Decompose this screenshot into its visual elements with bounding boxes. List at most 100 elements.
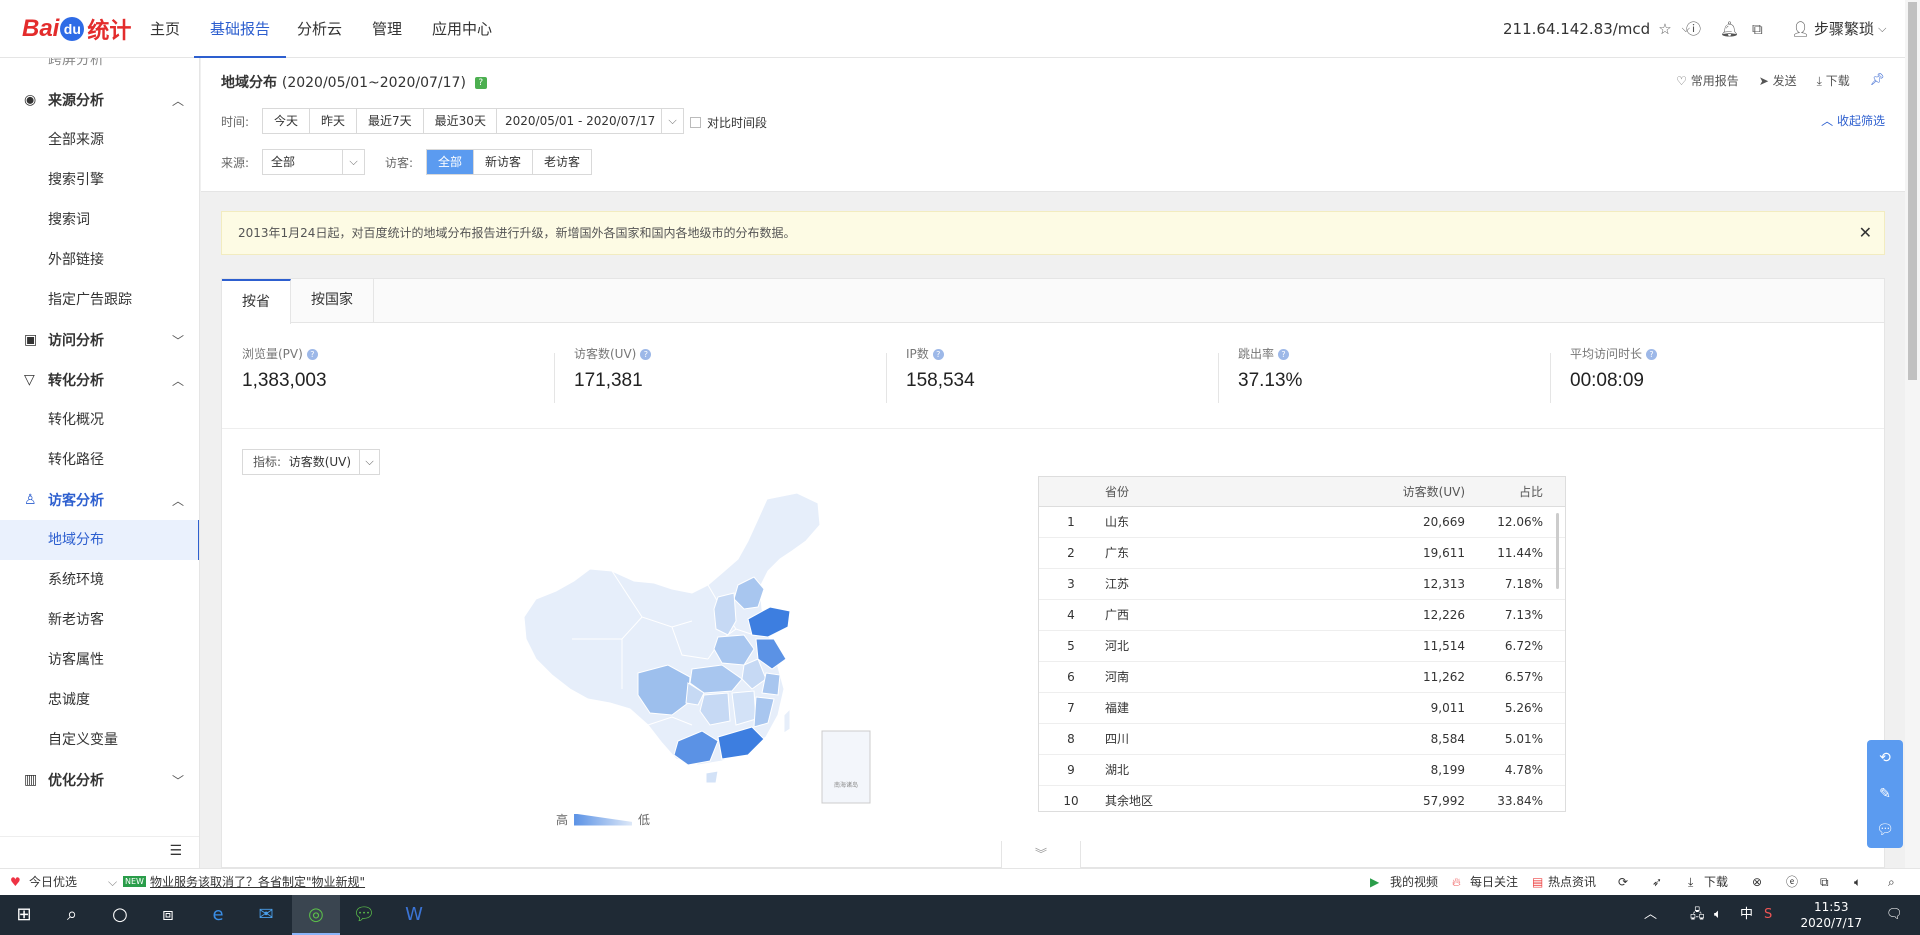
pin-icon[interactable]: 📌︎ xyxy=(1870,72,1885,89)
table-row[interactable]: 7 福建 9,011 5.26% xyxy=(1039,693,1565,724)
sidebar-item-ad-tracking[interactable]: 指定广告跟踪 xyxy=(0,280,199,320)
scrollbar-thumb[interactable] xyxy=(1908,2,1917,380)
windows-start-icon[interactable]: ⊞ xyxy=(0,895,48,935)
table-scrollbar[interactable] xyxy=(1556,513,1559,589)
sidebar-group-source[interactable]: ◉ 来源分析 ︿ xyxy=(0,80,199,120)
download-button[interactable]: ⤓ 下载 xyxy=(1817,72,1850,89)
clock[interactable]: 11:53 2020/7/17 xyxy=(1800,899,1862,931)
help-icon[interactable]: ⓘ xyxy=(1686,0,1701,58)
star-icon[interactable]: ☆ xyxy=(1658,0,1671,58)
mail-icon[interactable]: ✉ xyxy=(242,895,290,935)
table-row[interactable]: 1 山东 20,669 12.06% xyxy=(1039,507,1565,538)
metric-select[interactable]: 指标: 访客数(UV) ⌵ xyxy=(242,449,381,475)
nav-basic-report[interactable]: 基础报告 xyxy=(194,0,287,58)
sidebar-item-system-env[interactable]: 系统环境 xyxy=(0,560,199,600)
time-today-button[interactable]: 今天 xyxy=(263,109,311,133)
help-badge-icon[interactable]: ? xyxy=(474,77,487,89)
time-30days-button[interactable]: 最近30天 xyxy=(423,109,497,133)
cortana-icon[interactable]: ○ xyxy=(96,895,144,935)
table-row[interactable]: 3 江苏 12,313 7.18% xyxy=(1039,569,1565,600)
compare-checkbox[interactable]: 对比时间段 xyxy=(690,114,767,131)
chat-icon[interactable]: 💬︎ xyxy=(1867,812,1903,848)
expand-more-button[interactable]: ︾ xyxy=(1001,841,1081,868)
visitor-new-button[interactable]: 新访客 xyxy=(474,150,534,174)
volume-icon[interactable]: 🔈︎ xyxy=(1714,895,1722,935)
edit-icon[interactable]: ✎ xyxy=(1867,776,1903,812)
sidebar-item-visitor-attrs[interactable]: 访客属性 xyxy=(0,640,199,680)
page-scrollbar[interactable] xyxy=(1905,0,1920,868)
table-row[interactable]: 9 湖北 8,199 4.78% xyxy=(1039,755,1565,786)
sidebar-group-conversion[interactable]: ▽ 转化分析 ︿ xyxy=(0,360,199,400)
window-icon[interactable]: ⧉ xyxy=(1820,869,1829,895)
common-report-button[interactable]: ♡ 常用报告 xyxy=(1676,72,1739,89)
help-icon[interactable]: ? xyxy=(1646,349,1658,360)
search-icon[interactable]: ⌕ xyxy=(48,895,96,935)
chevron-up-icon[interactable]: ︿ xyxy=(1644,895,1657,935)
nav-home[interactable]: 主页 xyxy=(150,0,180,58)
nav-analysis-cloud[interactable]: 分析云 xyxy=(297,0,342,58)
table-row[interactable]: 5 河北 11,514 6.72% xyxy=(1039,631,1565,662)
ie-icon[interactable]: ⓔ xyxy=(1786,869,1798,895)
sidebar-group-optimize[interactable]: ▥ 优化分析 ﹀ xyxy=(0,760,199,800)
col-share[interactable]: 占比 xyxy=(1519,477,1543,507)
zoom-icon[interactable]: ⌕ xyxy=(1888,869,1895,895)
visitor-all-button[interactable]: 全部 xyxy=(427,150,475,174)
visitor-old-button[interactable]: 老访客 xyxy=(533,150,592,174)
nav-app-center[interactable]: 应用中心 xyxy=(432,0,492,58)
map-region-taiwan[interactable] xyxy=(783,707,791,734)
sidebar-item-all-sources[interactable]: 全部来源 xyxy=(0,120,199,160)
chevron-down-icon[interactable]: ⌵ xyxy=(108,869,117,895)
time-7days-button[interactable]: 最近7天 xyxy=(357,109,424,133)
wechat-icon[interactable]: 💬︎ xyxy=(340,895,388,935)
map-region-hainan[interactable] xyxy=(705,770,719,784)
help-icon[interactable]: ? xyxy=(1278,349,1290,360)
tab-by-country[interactable]: 按国家 xyxy=(291,279,374,323)
help-icon[interactable]: ? xyxy=(640,349,652,360)
sidebar-item-cross-screen[interactable]: 跨屏分析 xyxy=(0,58,199,80)
refresh-icon[interactable]: ⟳ xyxy=(1618,869,1628,895)
sidebar-item-conversion-path[interactable]: 转化路径 xyxy=(0,440,199,480)
map-region-jiangxi[interactable] xyxy=(731,690,757,726)
edge-icon[interactable]: e xyxy=(194,895,242,935)
task-view-icon[interactable]: ⧈ xyxy=(144,895,192,935)
date-range-picker[interactable]: 2020/05/01 - 2020/07/17 ⌵ xyxy=(496,108,684,134)
checkbox-box[interactable] xyxy=(690,117,701,128)
sidebar-item-search-words[interactable]: 搜索词 xyxy=(0,200,199,240)
sidebar-item-search-engine[interactable]: 搜索引擎 xyxy=(0,160,199,200)
extension-icon[interactable]: ⊗ xyxy=(1752,869,1762,895)
col-uv[interactable]: 访客数(UV) xyxy=(1403,477,1465,507)
send-button[interactable]: ➤ 发送 xyxy=(1759,72,1797,89)
speaker-icon[interactable]: 🔈︎ xyxy=(1854,869,1861,895)
table-row[interactable]: 8 四川 8,584 5.01% xyxy=(1039,724,1565,755)
table-row[interactable]: 4 广西 12,226 7.13% xyxy=(1039,600,1565,631)
my-video-link[interactable]: 我的视频 xyxy=(1390,869,1438,895)
table-row[interactable]: 2 广东 19,611 11.44% xyxy=(1039,538,1565,569)
sidebar-item-conversion-overview[interactable]: 转化概况 xyxy=(0,400,199,440)
bell-icon[interactable]: 🔔︎ xyxy=(1720,0,1739,58)
copy-icon[interactable]: ⧉ xyxy=(1752,0,1763,58)
news-link[interactable]: 物业服务该取消了？各省制定"物业新规" xyxy=(150,869,365,895)
sidebar-item-region[interactable]: 地域分布 xyxy=(0,520,199,560)
map-region-sichuan[interactable] xyxy=(637,664,691,716)
help-icon[interactable]: ? xyxy=(306,349,318,360)
browser-360-icon[interactable]: ◎ xyxy=(292,895,340,935)
download-link[interactable]: 下载 xyxy=(1704,869,1728,895)
china-map[interactable]: 南海诸岛 xyxy=(522,489,942,819)
sidebar-group-visitor[interactable]: ♙ 访客分析 ︿ xyxy=(0,480,199,520)
rocket-icon[interactable]: ➶ xyxy=(1652,869,1662,895)
site-selector[interactable]: 211.64.142.83/mcd ☆ ⌵ xyxy=(1503,0,1690,58)
table-row[interactable]: 6 河南 11,262 6.57% xyxy=(1039,662,1565,693)
sidebar-item-external-links[interactable]: 外部链接 xyxy=(0,240,199,280)
sidebar-item-loyalty[interactable]: 忠诚度 xyxy=(0,680,199,720)
sidebar-item-custom-vars[interactable]: 自定义变量 xyxy=(0,720,199,760)
table-row[interactable]: 10 其余地区 57,992 33.84% xyxy=(1039,786,1565,811)
time-yesterday-button[interactable]: 昨天 xyxy=(310,109,358,133)
user-menu[interactable]: 👤︎ 步骤繁琐 ⌵ xyxy=(1791,0,1886,58)
baidu-tongji-logo[interactable]: Bai du 统计 xyxy=(22,14,131,44)
ime-indicator[interactable]: 中 xyxy=(1740,895,1753,935)
daily-link[interactable]: 每日关注 xyxy=(1470,869,1518,895)
collapse-menu-icon[interactable]: ☰ xyxy=(169,843,182,859)
feedback-icon[interactable]: ⟲ xyxy=(1867,740,1903,776)
close-icon[interactable]: ✕ xyxy=(1859,212,1872,254)
sogou-icon[interactable]: S xyxy=(1764,895,1772,935)
